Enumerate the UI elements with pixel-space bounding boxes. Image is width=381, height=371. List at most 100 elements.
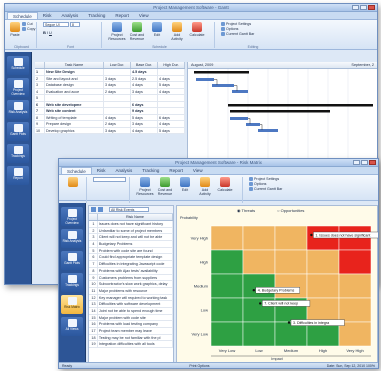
list-item[interactable]: 13 Difficulties with software development [89,301,173,308]
sidebar-item-risk-matrix[interactable]: Risk Matrix [61,295,83,314]
risk-filter-combo[interactable]: All Risk Events [109,207,149,212]
sidebar-item-trackings[interactable]: Trackings [7,144,29,163]
project-resources-button[interactable]: Project Resources [108,22,126,41]
list-item[interactable]: 5 Problem with code site are found [89,247,173,255]
list-item[interactable]: 15 Major problem with code site [89,314,173,322]
matrix-cell[interactable] [338,297,372,323]
list-item[interactable]: 11 Major problems with resource [89,287,173,295]
matrix-cell[interactable] [306,273,340,299]
minimize-button[interactable] [352,5,359,10]
calculate-button[interactable]: Calculate [188,22,206,37]
tab-tracking[interactable]: Tracking [83,12,110,19]
sort-icon[interactable] [98,207,103,212]
paste-button[interactable] [64,177,82,188]
sidebar-item-report[interactable]: Report [7,166,29,185]
font-size-combo[interactable]: 8 [70,22,80,27]
tab-schedule[interactable]: Schedule [7,12,38,19]
calculate-button[interactable]: Calculate [216,177,234,192]
sidebar-item-risk-analysis[interactable]: Risk Analysis [7,100,29,119]
status-print-options[interactable]: Print Options [189,363,209,368]
matrix-cell[interactable] [242,225,276,251]
threats-radio[interactable]: ◉ Threats [237,208,255,213]
tab-analysis[interactable]: Analysis [111,167,138,174]
tab-report[interactable]: Report [164,167,188,174]
list-item[interactable]: 3 Client will not keep and will not be ab… [89,234,173,242]
list-item[interactable]: 2 Unfamiliar to some of project members [89,227,173,235]
sidebar-item-gantt-plots[interactable]: Gantt Plots [61,251,83,270]
list-item[interactable]: 14 Joint not be able to spend enough time [89,307,173,315]
tab-analysis[interactable]: Analysis [57,12,84,19]
list-item[interactable]: 16 Problems with load testing company [89,321,173,328]
font-combo[interactable] [93,177,126,182]
project-settings-button[interactable]: Project Settings [221,22,254,26]
matrix-cell[interactable] [242,273,276,299]
list-item[interactable]: 12 Key manager will required to working t… [89,294,173,302]
project-resources-button[interactable]: Project Resources [136,177,154,196]
list-item[interactable]: 9 Customers problems from suppliers [89,274,173,282]
sidebar-item-project-overview[interactable]: Project Overview [61,207,83,226]
maximize-button[interactable] [361,160,368,165]
underline-button[interactable]: U [49,30,52,35]
sidebar-item-trackings[interactable]: Trackings [61,273,83,292]
add-activity-button[interactable]: Add Activity [196,177,214,196]
font-combo[interactable]: Segoe UI [43,22,69,27]
project-settings-button[interactable]: Project Settings [249,177,282,181]
list-item[interactable]: 18 Testing may be not familiar with the p… [89,334,173,342]
list-item[interactable]: 17 Project team member may leave [89,328,173,335]
sidebar-item-risk-analysis[interactable]: Risk Analysis [61,229,83,248]
matrix-cell[interactable] [242,321,276,347]
bold-button[interactable]: B [43,30,46,35]
matrix-cell[interactable] [274,225,308,251]
matrix-cell[interactable] [210,321,244,347]
tab-risk[interactable]: Risk [38,12,57,19]
risk-callout[interactable]: 3. Difficulties in integra [287,319,345,326]
matrix-cell[interactable] [338,273,372,299]
matrix-cell[interactable] [242,249,276,275]
minimize-button[interactable] [353,160,360,165]
tab-view[interactable]: View [134,12,154,19]
matrix-cell[interactable] [210,297,244,323]
matrix-cell[interactable] [338,249,372,275]
close-button[interactable] [369,160,376,165]
matrix-cell[interactable] [274,249,308,275]
list-item[interactable]: 19 Integration difficulties with all tool… [89,341,173,349]
tab-view[interactable]: View [188,167,208,174]
list-item[interactable]: 6 Could find appropriate template design [89,254,173,262]
cut-button[interactable]: Cut [22,22,35,26]
options-button[interactable]: Options [249,182,282,186]
close-button[interactable] [368,5,375,10]
matrix-cell[interactable] [274,273,308,299]
matrix-cell[interactable] [210,273,244,299]
edit-button[interactable]: Edit [148,22,166,37]
tab-risk[interactable]: Risk [92,167,111,174]
copy-button[interactable]: Copy [22,27,35,31]
matrix-cell[interactable] [210,225,244,251]
opportunities-radio[interactable]: ○ Opportunities [277,208,304,213]
edit-button[interactable]: Edit [176,177,194,192]
list-item[interactable]: 1 Issues does not have significant histor… [89,221,173,228]
current-gantt-bar-button[interactable]: Current Gantt Bar [249,187,282,191]
table-row[interactable]: 10 Develop graphics 3 days 4 days 5 days [35,127,185,134]
sidebar-item-project-overview[interactable]: Project Overview [7,78,29,97]
matrix-cell[interactable] [306,297,340,323]
cost-revenue-button[interactable]: Cost and Revenue [128,22,146,41]
paste-button[interactable]: Paste [10,22,20,37]
list-item[interactable]: 7 Difficulties in integrating Javascript … [89,261,173,268]
current-gantt-bar-button[interactable]: Current Gantt Bar [221,32,254,36]
matrix-cell[interactable] [210,249,244,275]
list-item[interactable]: 8 Problems with Ajax tests' availability [89,267,173,275]
sidebar-item-all-views[interactable]: All Views [61,317,83,336]
list-item[interactable]: 10 Subcontractor's slow work graphics, de… [89,281,173,288]
cost-revenue-button[interactable]: Cost and Revenue [156,177,174,196]
add-activity-button[interactable]: Add Activity [168,22,186,41]
sidebar-item-gantt-plots[interactable]: Gantt Plots [7,122,29,141]
tab-report[interactable]: Report [110,12,134,19]
italic-button[interactable]: I [47,30,48,35]
risk-callout[interactable]: 7. Client will not keep [259,300,311,307]
tab-tracking[interactable]: Tracking [137,167,164,174]
list-item[interactable]: 4 Budgetary Problems [89,241,173,248]
sidebar-item-schedule[interactable]: Schedule [7,56,29,75]
matrix-cell[interactable] [306,249,340,275]
maximize-button[interactable] [360,5,367,10]
tab-schedule[interactable]: Schedule [61,167,92,174]
